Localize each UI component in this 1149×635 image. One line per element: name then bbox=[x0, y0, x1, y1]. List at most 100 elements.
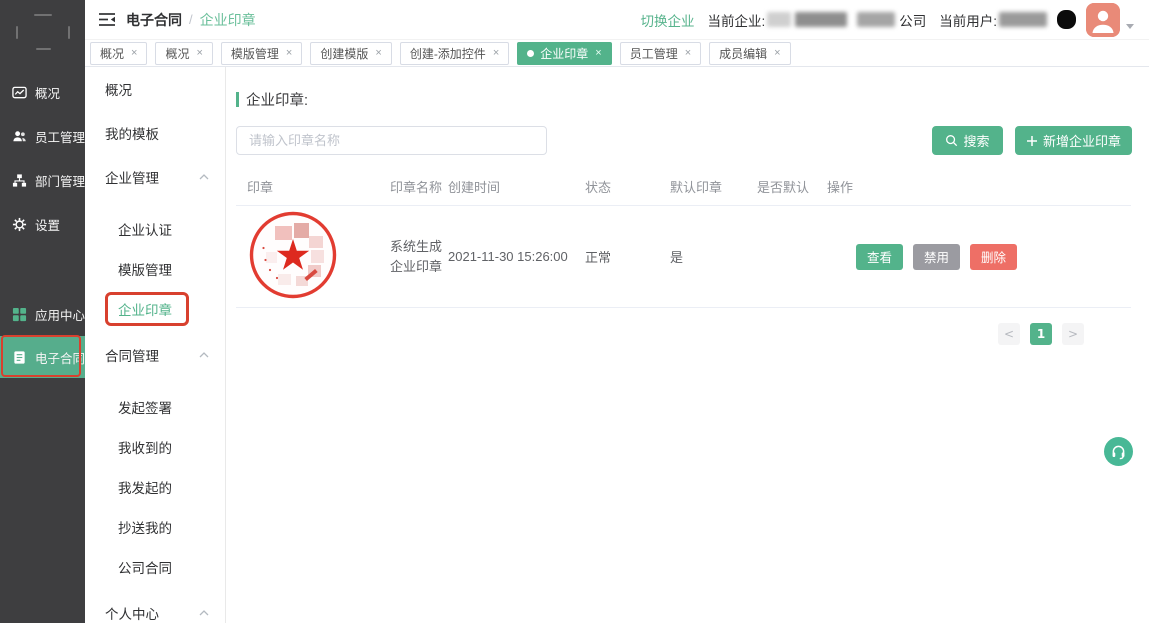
sidebar-item-app-center[interactable]: 应用中心 bbox=[0, 292, 85, 336]
close-icon[interactable]: × bbox=[131, 47, 137, 59]
add-seal-button-label: 新增企业印章 bbox=[1043, 131, 1121, 150]
submenu-group-personal[interactable]: 个人中心 bbox=[85, 591, 225, 635]
close-icon[interactable]: × bbox=[286, 47, 292, 59]
tab-label: 成员编辑 bbox=[719, 45, 767, 62]
breadcrumb-root[interactable]: 电子合同 bbox=[126, 10, 182, 30]
tab-enterprise-seal[interactable]: 企业印章× bbox=[517, 42, 611, 65]
prev-page-button[interactable]: < bbox=[998, 323, 1020, 345]
tab-overview-1[interactable]: 概况× bbox=[90, 42, 147, 65]
sidebar-item-settings[interactable]: 设置 bbox=[0, 202, 85, 246]
close-icon[interactable]: × bbox=[595, 47, 601, 59]
delete-button[interactable]: 删除 bbox=[970, 244, 1017, 270]
col-actions: 操作 bbox=[827, 177, 1131, 196]
close-icon[interactable]: × bbox=[493, 47, 499, 59]
view-button[interactable]: 查看 bbox=[856, 244, 903, 270]
tab-employee-mgmt[interactable]: 员工管理× bbox=[620, 42, 701, 65]
submenu-overview[interactable]: 概况 bbox=[85, 67, 225, 111]
submenu-enterprise-children: 企业认证 模版管理 企业印章 bbox=[85, 199, 225, 333]
submenu-label: 模版管理 bbox=[118, 259, 172, 279]
tab-label: 创建模版 bbox=[320, 45, 368, 62]
page: 概况 员工管理 部门管理 设置 应用中心 电子合同 概况 我的模板 企业管理 bbox=[0, 0, 1149, 623]
disable-button[interactable]: 禁用 bbox=[913, 244, 960, 270]
primary-sidebar: 概况 员工管理 部门管理 设置 应用中心 电子合同 bbox=[0, 0, 85, 623]
sidebar-item-departments[interactable]: 部门管理 bbox=[0, 158, 85, 202]
search-button[interactable]: 搜索 bbox=[932, 126, 1003, 155]
submenu-label: 我发起的 bbox=[118, 477, 172, 497]
submenu-label: 企业管理 bbox=[105, 167, 159, 187]
sidebar-item-label: 应用中心 bbox=[35, 305, 85, 324]
collapse-menu-icon[interactable] bbox=[98, 12, 116, 27]
current-company-label: 当前企业: bbox=[707, 10, 765, 30]
tab-member-edit[interactable]: 成员编辑 × bbox=[709, 42, 790, 65]
sidebar-item-overview[interactable]: 概况 bbox=[0, 70, 85, 114]
submenu-enterprise-auth[interactable]: 企业认证 bbox=[85, 209, 225, 249]
seal-status: 正常 bbox=[585, 247, 670, 266]
col-seal-name: 印章名称 bbox=[390, 177, 448, 196]
col-status: 状态 bbox=[585, 177, 670, 196]
sidebar-item-employees[interactable]: 员工管理 bbox=[0, 114, 85, 158]
avatar[interactable] bbox=[1086, 3, 1120, 37]
topbar: 电子合同 / 企业印章 切换企业 当前企业: 公司 当前用户: bbox=[85, 0, 1149, 40]
submenu-received[interactable]: 我收到的 bbox=[85, 427, 225, 467]
submenu-initiate-sign[interactable]: 发起签署 bbox=[85, 387, 225, 427]
close-icon[interactable]: × bbox=[196, 47, 202, 59]
submenu-my-templates[interactable]: 我的模板 bbox=[85, 111, 225, 155]
seal-name: 系统生成企业印章 bbox=[390, 239, 442, 274]
close-icon[interactable]: × bbox=[375, 47, 381, 59]
breadcrumb-current: 企业印章 bbox=[200, 10, 256, 30]
next-page-button[interactable]: > bbox=[1062, 323, 1084, 345]
tab-create-add-control[interactable]: 创建-添加控件 × bbox=[400, 42, 509, 65]
submenu-cc-me[interactable]: 抄送我的 bbox=[85, 507, 225, 547]
submenu-label: 概况 bbox=[105, 79, 132, 99]
submenu-label: 公司合同 bbox=[118, 557, 172, 577]
sidebar-item-label: 部门管理 bbox=[35, 171, 85, 190]
tab-create-template[interactable]: 创建模版 × bbox=[310, 42, 391, 65]
seal-created-at: 2021-11-30 15:26:00 bbox=[448, 249, 585, 264]
switch-company-link[interactable]: 切换企业 bbox=[640, 10, 694, 30]
current-company-redacted bbox=[765, 11, 897, 29]
app-logo bbox=[0, 0, 85, 64]
section-title-text: 企业印章: bbox=[246, 89, 308, 110]
submenu-group-enterprise[interactable]: 企业管理 bbox=[85, 155, 225, 199]
tab-overview-2[interactable]: 概况 × bbox=[155, 42, 212, 65]
submenu-group-contract[interactable]: 合同管理 bbox=[85, 333, 225, 377]
sidebar-item-e-contract[interactable]: 电子合同 bbox=[0, 336, 85, 378]
tab-label: 概况 bbox=[165, 45, 189, 62]
current-user-label: 当前用户: bbox=[939, 10, 997, 30]
submenu-label: 企业印章 bbox=[118, 299, 172, 319]
tabbar: 概况× 概况× 模版管理× 创建模版× 创建-添加控件× 企业印章× 员工管理×… bbox=[85, 40, 1149, 67]
breadcrumb-separator: / bbox=[189, 12, 193, 27]
divider bbox=[236, 307, 1131, 308]
submenu-initiated[interactable]: 我发起的 bbox=[85, 467, 225, 507]
submenu-template-mgmt[interactable]: 模版管理 bbox=[85, 249, 225, 289]
submenu-label: 合同管理 bbox=[105, 345, 159, 365]
customer-service-button[interactable] bbox=[1104, 437, 1133, 466]
gear-icon bbox=[12, 217, 27, 232]
submenu-company-contracts[interactable]: 公司合同 bbox=[85, 547, 225, 587]
seal-name-input[interactable] bbox=[236, 126, 547, 155]
org-icon bbox=[12, 173, 27, 188]
submenu-label: 我收到的 bbox=[118, 437, 172, 457]
chevron-up-icon bbox=[199, 610, 209, 616]
table-header: 印章 印章名称 创建时间 状态 默认印章 是否默认 操作 bbox=[236, 170, 1131, 202]
tab-template-mgmt[interactable]: 模版管理 × bbox=[221, 42, 302, 65]
active-tab-dot bbox=[527, 50, 534, 57]
tab-label: 模版管理 bbox=[231, 45, 279, 62]
page-1-button[interactable]: 1 bbox=[1030, 323, 1052, 345]
search-icon bbox=[945, 134, 958, 147]
submenu-enterprise-seal[interactable]: 企业印章 bbox=[85, 289, 225, 329]
headset-icon bbox=[1110, 443, 1127, 460]
apps-icon bbox=[12, 307, 27, 322]
add-seal-button[interactable]: 新增企业印章 bbox=[1015, 126, 1132, 155]
col-seal: 印章 bbox=[236, 177, 390, 196]
close-icon[interactable]: × bbox=[774, 47, 780, 59]
close-icon[interactable]: × bbox=[685, 47, 691, 59]
submenu-label: 企业认证 bbox=[118, 219, 172, 239]
col-created-at: 创建时间 bbox=[448, 177, 585, 196]
tab-label: 创建-添加控件 bbox=[410, 45, 486, 62]
redacted-badge bbox=[1057, 10, 1076, 29]
current-user-redacted bbox=[997, 11, 1049, 29]
col-is-default: 是否默认 bbox=[757, 177, 827, 196]
chevron-down-icon[interactable] bbox=[1126, 24, 1134, 29]
submenu-label: 我的模板 bbox=[105, 123, 159, 143]
